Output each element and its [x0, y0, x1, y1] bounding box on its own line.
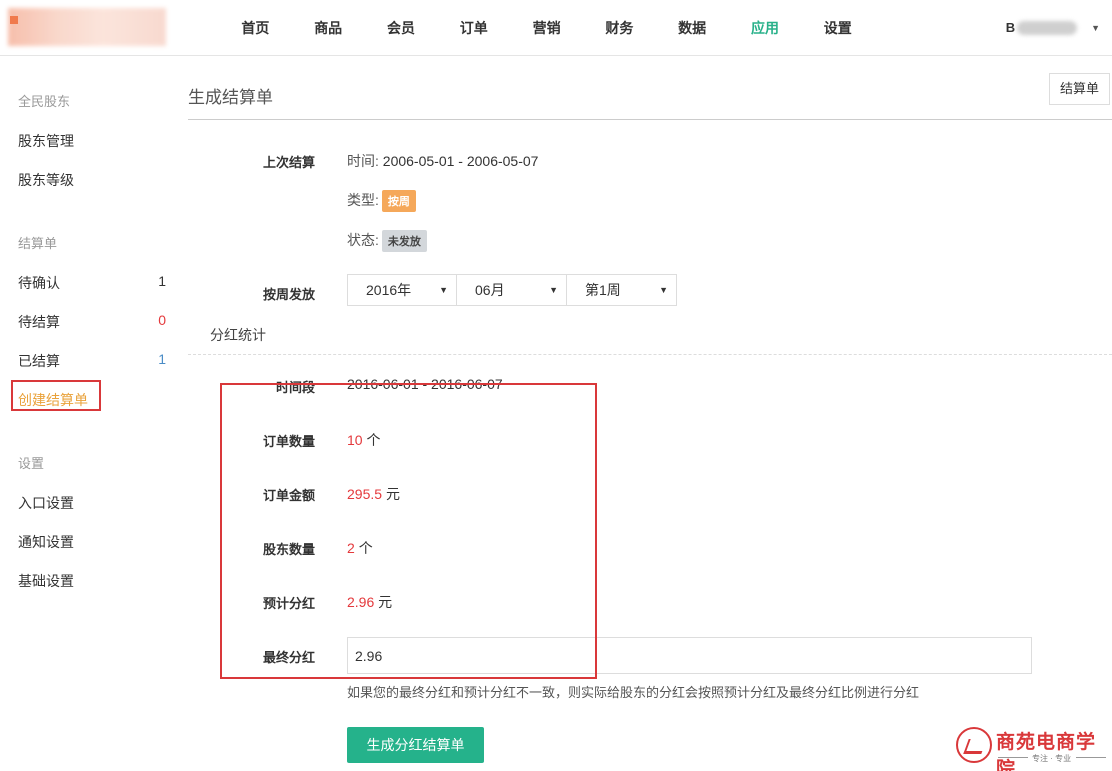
nav-data[interactable]: 数据: [656, 0, 729, 56]
period-selects: 2016年 ▼ 06月 ▼ 第1周 ▼: [347, 274, 677, 306]
settlement-list-button[interactable]: 结算单: [1048, 73, 1110, 105]
estimated-dividend: 2.96 元: [347, 592, 392, 612]
unit: 个: [366, 432, 381, 448]
final-dividend-label: 最终分红: [262, 650, 315, 665]
sidebar-item-entry-settings[interactable]: 入口设置: [18, 493, 166, 513]
watermark-logo: 商苑电商学院 专注 · 专业: [956, 725, 1108, 771]
order-count-value: 10: [347, 432, 363, 448]
generate-settlement-button[interactable]: 生成分红结算单: [347, 727, 484, 763]
nav-apps[interactable]: 应用: [729, 0, 802, 56]
time-label: 时间:: [347, 153, 379, 169]
main-nav: 首页 商品 会员 订单 营销 财务 数据 应用 设置: [219, 0, 874, 56]
logo-icon: [10, 16, 18, 24]
count-badge: 1: [158, 351, 166, 367]
sidebar-item-create-settlement[interactable]: 创建结算单: [18, 390, 166, 410]
caret-down-icon: ▼: [1091, 23, 1100, 33]
divider: [1076, 757, 1106, 758]
sidebar-item-label: 股东管理: [18, 133, 74, 149]
user-name-redacted: [1017, 21, 1078, 35]
sidebar-item-label: 待结算: [18, 314, 60, 330]
period-label: 时间段: [275, 380, 315, 395]
type-label: 类型:: [347, 192, 379, 208]
user-initial: B: [1005, 20, 1016, 35]
divider: [188, 119, 1112, 120]
last-settlement-label: 上次结算: [262, 155, 315, 170]
logo[interactable]: [8, 8, 166, 46]
watermark-subtext: 专注 · 专业: [1032, 754, 1072, 763]
order-count: 10 个: [347, 430, 380, 450]
nav-orders[interactable]: 订单: [437, 0, 510, 56]
sidebar-item-label: 通知设置: [18, 534, 74, 550]
watermark-emblem-icon: [956, 727, 992, 763]
sidebar-item-notify-settings[interactable]: 通知设置: [18, 532, 166, 552]
nav-members[interactable]: 会员: [365, 0, 438, 56]
status-badge: 未发放: [381, 230, 427, 253]
time-value: 2006-05-01 - 2006-05-07: [382, 153, 539, 169]
sidebar-group-title: 全民股东: [18, 94, 71, 109]
sidebar: 全民股东 股东管理 股东等级 结算单 待确认 1 待结算 0 已结算 1 创建结…: [0, 56, 180, 771]
top-navbar: 首页 商品 会员 订单 营销 财务 数据 应用 设置 B ▼: [0, 0, 1112, 56]
last-settlement-status: 状态: 未发放: [347, 230, 427, 253]
week-select[interactable]: 第1周 ▼: [567, 274, 677, 306]
page-title: 生成结算单: [188, 88, 273, 107]
type-badge: 按周: [381, 190, 416, 213]
estimated-dividend-value: 2.96: [347, 594, 375, 610]
sidebar-item-pending-settle[interactable]: 待结算 0: [18, 312, 166, 332]
caret-down-icon: ▼: [549, 285, 558, 295]
annotation-highlight-box: [220, 383, 597, 679]
nav-settings[interactable]: 设置: [801, 0, 874, 56]
sidebar-item-label: 待确认: [18, 275, 60, 291]
caret-down-icon: ▼: [439, 285, 448, 295]
month-select[interactable]: 06月 ▼: [457, 274, 567, 306]
year-value: 2016年: [366, 282, 412, 298]
watermark-text: 商苑电商学院: [996, 731, 1097, 771]
month-value: 06月: [475, 282, 505, 298]
order-amount-label: 订单金额: [262, 488, 315, 503]
sidebar-group-title: 设置: [18, 456, 45, 471]
nav-products[interactable]: 商品: [292, 0, 365, 56]
year-select[interactable]: 2016年 ▼: [347, 274, 457, 306]
order-amount: 295.5 元: [347, 484, 400, 504]
caret-down-icon: ▼: [659, 285, 668, 295]
divider: [998, 757, 1028, 758]
count-badge: 0: [158, 312, 166, 328]
sidebar-item-settled[interactable]: 已结算 1: [18, 351, 166, 371]
week-value: 第1周: [585, 282, 621, 298]
last-settlement-time: 时间: 2006-05-01 - 2006-05-07: [347, 151, 538, 171]
sidebar-item-label: 入口设置: [18, 495, 74, 511]
stats-section-title: 分红统计: [210, 327, 266, 343]
nav-home[interactable]: 首页: [219, 0, 292, 56]
count-badge: 1: [158, 273, 166, 289]
weekly-issue-label: 按周发放: [262, 287, 315, 302]
dashed-divider: [188, 354, 1112, 355]
shareholder-count-label: 股东数量: [262, 542, 315, 557]
unit: 个: [358, 540, 373, 556]
period-value: 2016-06-01 - 2016-06-07: [347, 376, 503, 392]
nav-marketing[interactable]: 营销: [510, 0, 583, 56]
order-amount-value: 295.5: [347, 486, 383, 502]
dividend-hint: 如果您的最终分红和预计分红不一致，则实际给股东的分红会按照预计分红及最终分红比例…: [347, 685, 920, 700]
nav-finance[interactable]: 财务: [583, 0, 656, 56]
unit: 元: [378, 594, 393, 610]
estimated-dividend-label: 预计分红: [262, 596, 315, 611]
sidebar-item-label: 创建结算单: [18, 392, 88, 408]
sidebar-item-shareholder-manage[interactable]: 股东管理: [18, 131, 166, 151]
unit: 元: [385, 486, 400, 502]
shareholder-count: 2 个: [347, 538, 373, 558]
last-settlement-type: 类型: 按周: [347, 190, 416, 213]
user-menu[interactable]: B ▼: [1006, 0, 1100, 56]
sidebar-item-pending-confirm[interactable]: 待确认 1: [18, 273, 166, 293]
main-content: 生成结算单 结算单 上次结算 时间: 2006-05-01 - 2006-05-…: [188, 56, 1112, 771]
sidebar-item-label: 股东等级: [18, 172, 74, 188]
final-dividend-input[interactable]: [347, 637, 1032, 674]
shareholder-count-value: 2: [347, 540, 355, 556]
sidebar-item-shareholder-level[interactable]: 股东等级: [18, 170, 166, 190]
sidebar-item-basic-settings[interactable]: 基础设置: [18, 571, 166, 591]
sidebar-item-label: 基础设置: [18, 573, 74, 589]
sidebar-group-title: 结算单: [18, 236, 58, 251]
status-label: 状态:: [347, 232, 379, 248]
order-count-label: 订单数量: [262, 434, 315, 449]
sidebar-item-label: 已结算: [18, 353, 60, 369]
